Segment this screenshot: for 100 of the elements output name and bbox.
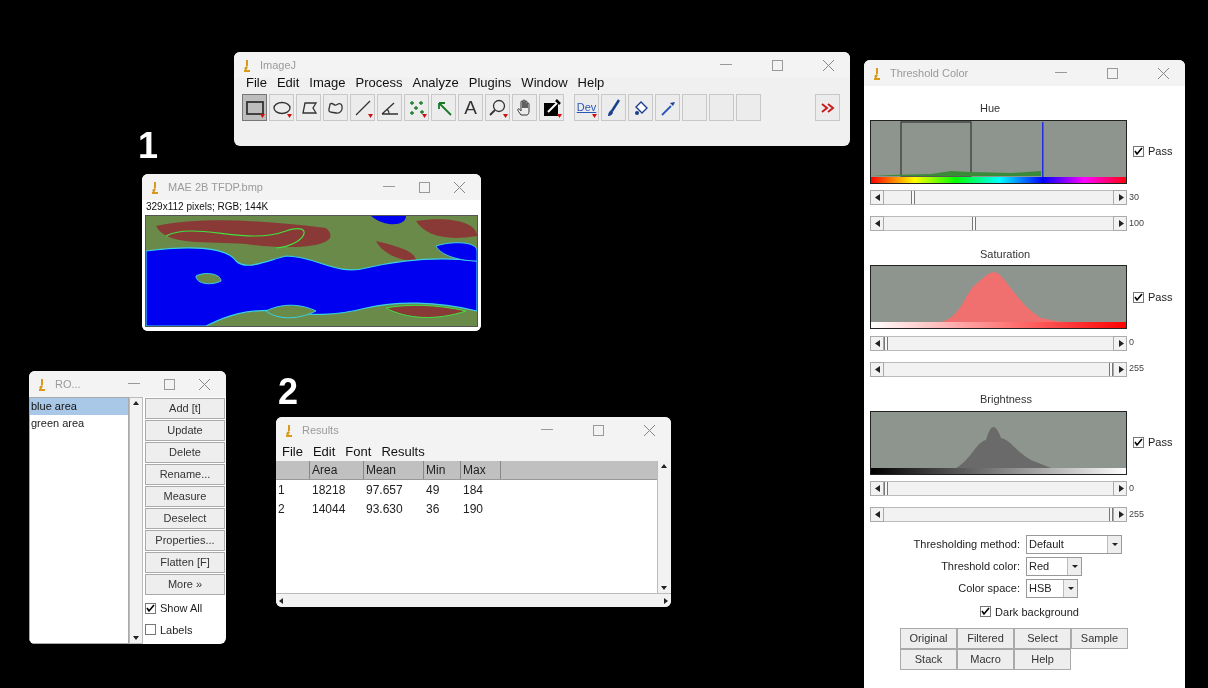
table-cell-text: 184 [462,481,485,499]
window-title: ImageJ [260,57,297,73]
dropdown-marker-icon [287,114,292,118]
tool-button[interactable] [628,94,653,121]
tool-button[interactable] [485,94,510,121]
column-header[interactable]: Max [461,461,501,479]
minimize-icon[interactable] [541,429,553,431]
maximize-icon[interactable] [419,181,430,193]
slider-thumb[interactable] [1109,362,1113,376]
roi-button[interactable]: Properties... [145,530,225,551]
minimize-icon[interactable] [383,186,395,188]
tool-button[interactable] [601,94,626,121]
threshold-button[interactable]: Help [1014,649,1071,670]
pass-label: Pass [1148,144,1173,160]
tool-button[interactable]: A [458,94,483,121]
tool-button[interactable] [323,94,348,121]
tool-button[interactable] [350,94,375,121]
roi-button[interactable]: Flatten [F] [145,552,225,573]
close-icon[interactable] [454,181,465,193]
maximize-icon[interactable] [593,424,604,436]
roi-list-item[interactable]: blue area [30,398,128,415]
tool-button[interactable] [296,94,321,121]
brush-icon [606,98,621,117]
maximize-icon[interactable] [164,378,175,390]
slider-value: 30 [1129,190,1139,204]
menu-item[interactable]: Image [309,73,346,93]
vertical-scrollbar[interactable] [657,461,671,593]
slider-value: 255 [1129,507,1145,521]
slider-thumb[interactable] [884,482,888,495]
dropdown[interactable]: HSB [1026,578,1078,598]
roi-list-item[interactable]: green area [30,415,128,432]
table-cell-text: 2 [277,500,286,518]
scrollbar[interactable] [129,397,143,644]
tool-button[interactable] [269,94,294,121]
roi-button[interactable]: Measure [145,486,225,507]
close-icon[interactable] [823,59,834,71]
checkbox[interactable] [1133,146,1144,157]
roi-button[interactable]: Add [t] [145,398,225,419]
table-cell-text: 14044 [311,500,347,518]
slider-thumb[interactable] [1109,508,1113,521]
table-cell-text: 97.657 [365,481,404,499]
threshold-button[interactable]: Select [1014,628,1071,649]
maximize-icon[interactable] [772,59,783,71]
window-title: RO... [55,376,81,392]
pipette-icon [659,99,676,116]
close-icon[interactable] [1158,67,1169,79]
menu-item[interactable]: File [246,73,267,93]
minimize-icon[interactable] [720,64,732,66]
checkbox[interactable] [980,606,992,618]
slider-thumb[interactable] [884,336,888,350]
maximize-icon[interactable] [1107,67,1118,79]
threshold-button[interactable]: Filtered [957,628,1014,649]
menu-item[interactable]: Results [381,442,425,462]
menu-item[interactable]: Edit [276,73,300,93]
menu-item[interactable]: Font [345,442,372,462]
menu-item[interactable]: Window [521,73,568,93]
column-header[interactable]: Area [310,461,364,479]
menu-item[interactable]: Analyze [412,73,459,93]
threshold-button[interactable]: Sample [1071,628,1128,649]
roi-button[interactable]: Update [145,420,225,441]
roi-button[interactable]: More » [145,574,225,595]
roi-button[interactable]: Deselect [145,508,225,529]
table-cell-text: 18218 [311,481,347,499]
checkbox[interactable] [145,602,156,614]
pass-label: Pass [1148,289,1173,305]
checkbox[interactable] [1133,437,1144,448]
menu-item[interactable]: Plugins [468,73,512,93]
menu-item[interactable]: Process [355,73,403,93]
menu-item[interactable]: File [282,442,303,462]
dropdown[interactable]: Red [1026,556,1082,576]
horizontal-scrollbar[interactable] [276,593,671,607]
menu-item[interactable]: Help [577,73,605,93]
dropdown[interactable]: Default [1026,534,1122,554]
close-icon[interactable] [199,378,210,390]
slider-thumb[interactable] [911,191,915,204]
menu-item[interactable]: Edit [312,442,336,462]
checkbox-label: Show All [160,601,203,616]
microscope-icon [150,180,160,194]
roi-button[interactable]: Rename... [145,464,225,485]
tool-button[interactable]: Dev [574,94,599,121]
slider-value: 0 [1129,481,1134,495]
tool-button[interactable] [377,94,402,121]
column-header[interactable]: Min [424,461,461,479]
dev-tool-label: Dev [576,102,597,113]
threshold-button[interactable]: Stack [900,649,957,670]
close-icon[interactable] [644,424,655,436]
table-cell-text: 36 [425,500,441,518]
text-tool-label: A [464,98,477,117]
minimize-icon[interactable] [128,383,140,385]
slider-thumb[interactable] [971,217,976,230]
tool-button[interactable] [539,94,564,121]
threshold-button[interactable]: Macro [957,649,1014,670]
column-header[interactable]: Mean [364,461,424,479]
checkbox[interactable] [1133,291,1144,303]
minimize-icon[interactable] [1055,72,1067,74]
threshold-button[interactable]: Original [900,628,957,649]
caret-icon [1067,557,1081,575]
roi-button[interactable]: Delete [145,442,225,463]
microscope-icon [37,377,47,391]
checkbox[interactable] [145,624,156,636]
